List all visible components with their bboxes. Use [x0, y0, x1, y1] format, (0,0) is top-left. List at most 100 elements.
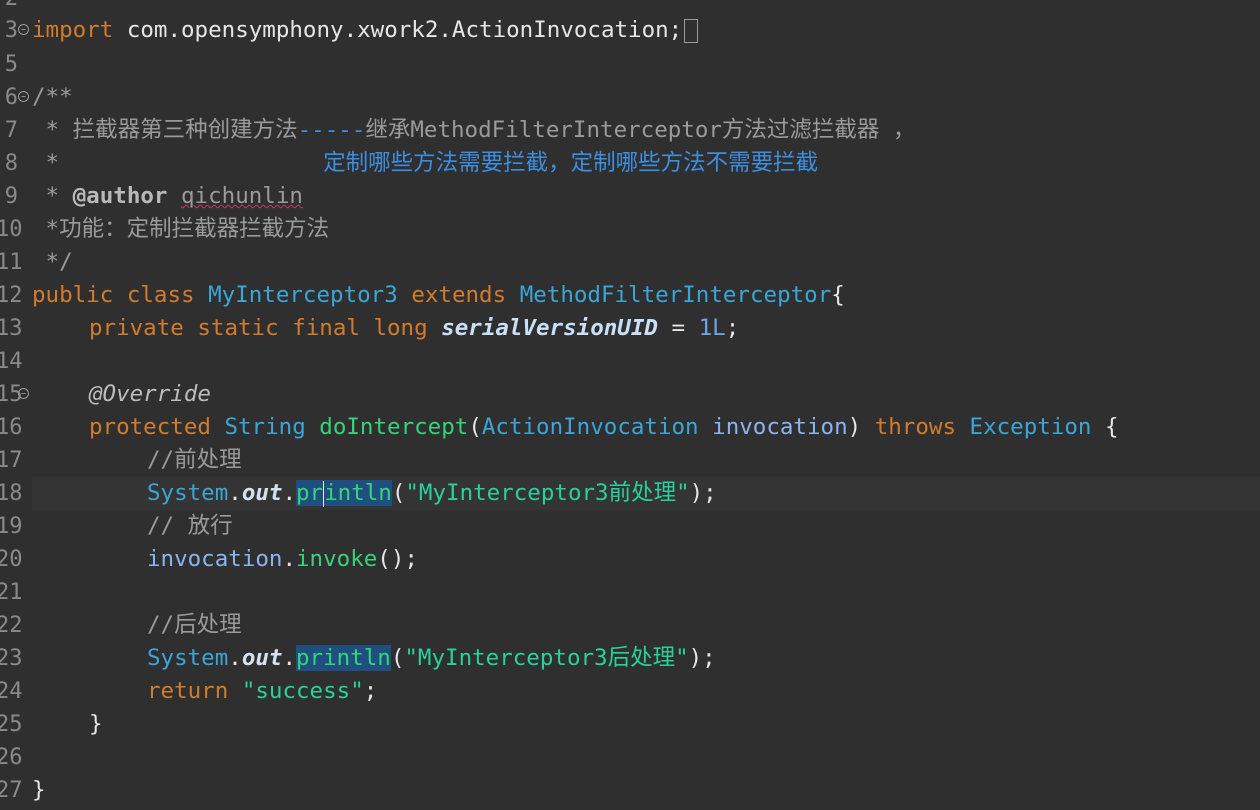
dot: . — [282, 480, 297, 506]
param-type: ActionInvocation — [481, 414, 699, 440]
code-line-doc-open[interactable]: /** — [32, 81, 1260, 114]
paren: ) — [847, 414, 862, 440]
line-number: 7 — [4, 118, 18, 143]
dot: . — [228, 480, 242, 506]
code-line-doc[interactable]: *功能：定制拦截器拦截方法 — [32, 213, 1260, 246]
semicolon: ; — [363, 678, 378, 704]
code-line-current[interactable]: System.out.println("MyInterceptor3前处理"); — [32, 477, 1260, 510]
string-literal: "MyInterceptor3前处理" — [405, 480, 690, 506]
keyword: throws — [874, 414, 956, 440]
keyword: protected — [89, 414, 211, 440]
operator: = — [657, 315, 699, 341]
line-number: 17 — [0, 448, 23, 473]
javadoc-tag: @author — [72, 183, 168, 209]
string-literal: "MyInterceptor3后处理" — [404, 645, 689, 671]
code-line-brace[interactable]: } — [32, 708, 1260, 741]
exception-type: Exception — [969, 414, 1092, 440]
code-line-comment[interactable]: // 放行 — [32, 510, 1260, 543]
doc-prefix: * — [32, 150, 60, 176]
return-type: String — [224, 414, 306, 440]
doc-prefix: * — [32, 183, 73, 209]
paren: ( — [391, 480, 406, 506]
line-number: 9 — [4, 184, 18, 209]
line-number: 8 — [4, 151, 18, 176]
brace: { — [1105, 414, 1119, 440]
code-line-import[interactable]: import com.opensymphony.xwork2.ActionInv… — [32, 14, 1260, 47]
code-line-comment[interactable]: //后处理 — [32, 609, 1260, 642]
statement-end: (); — [377, 546, 418, 572]
code-editor[interactable]: 2 3 − 5 6 − 7 8 9 10 11 12 13 14 15 − 16… — [0, 0, 1260, 810]
code-line-doc-close[interactable]: */ — [32, 246, 1260, 279]
string-literal: "success" — [241, 678, 364, 704]
class-ref: System — [147, 645, 229, 671]
class-ref: System — [147, 480, 229, 506]
line-number: 14 — [0, 349, 23, 374]
doc-text: 继承MethodFilterInterceptor方法过滤拦截器 ， — [365, 117, 916, 143]
keyword: extends — [411, 282, 507, 308]
line-number: 25 — [0, 712, 23, 737]
code-line-doc[interactable]: * 拦截器第三种创建方法-----继承MethodFilterIntercept… — [32, 114, 1260, 147]
code-line-println[interactable]: System.out.println("MyInterceptor3后处理"); — [32, 642, 1260, 675]
fold-collapse-icon[interactable]: − — [18, 24, 29, 35]
code-line-doc[interactable]: * 定制哪些方法需要拦截，定制哪些方法不需要拦截 — [32, 147, 1260, 180]
code-line-comment[interactable]: //前处理 — [32, 444, 1260, 477]
code-line-annotation[interactable]: @Override — [32, 378, 1260, 411]
statement-end: ); — [689, 480, 717, 506]
line-number-gutter: 2 3 − 5 6 − 7 8 9 10 11 12 13 14 15 − 16… — [0, 0, 30, 810]
line-number: 15 — [0, 382, 23, 407]
dot: . — [282, 645, 297, 671]
class-name: MyInterceptor3 — [208, 282, 398, 308]
box-cursor-icon — [684, 18, 699, 43]
import-path: com.opensymphony.xwork2.ActionInvocation… — [113, 17, 683, 43]
line-number: 18 — [0, 481, 23, 506]
line-number: 13 — [0, 316, 23, 341]
brace: { — [831, 282, 845, 308]
line-number: 27 — [0, 778, 23, 803]
doc-text: 定制哪些方法需要拦截，定制哪些方法不需要拦截 — [323, 150, 819, 176]
code-line-class-decl[interactable]: public class MyInterceptor3 extends Meth… — [32, 279, 1260, 312]
line-number: 21 — [0, 580, 23, 605]
line-number: 19 — [0, 514, 23, 539]
keyword: class — [126, 282, 195, 308]
doc-dashes: ----- — [297, 117, 366, 143]
method-call: println — [296, 645, 391, 671]
line-number: 6 — [4, 85, 18, 110]
fold-collapse-icon[interactable]: − — [18, 388, 29, 399]
line-number: 22 — [0, 613, 23, 638]
statement-end: ); — [688, 645, 716, 671]
method-call: println — [296, 480, 392, 507]
field-name: serialVersionUID — [441, 315, 658, 341]
paren: ( — [390, 645, 405, 671]
keyword: import — [32, 17, 114, 43]
code-line-return[interactable]: return "success"; — [32, 675, 1260, 708]
fold-collapse-icon[interactable]: − — [18, 91, 29, 102]
method-call: invoke — [296, 546, 378, 572]
keyword: public — [32, 282, 114, 308]
line-number: 3 — [4, 18, 18, 43]
code-line-invoke[interactable]: invocation.invoke(); — [32, 543, 1260, 576]
superclass-name: MethodFilterInterceptor — [519, 282, 832, 308]
keyword: return — [147, 678, 229, 704]
dot: . — [282, 546, 297, 572]
line-number: 5 — [4, 52, 18, 77]
line-number: 11 — [0, 250, 23, 275]
line-number: 20 — [0, 547, 23, 572]
static-field: out — [241, 645, 283, 671]
code-line-method-decl[interactable]: protected String doIntercept(ActionInvoc… — [32, 411, 1260, 444]
number-literal: 1L — [698, 315, 726, 341]
param-name: invocation — [712, 414, 848, 440]
semicolon: ; — [725, 315, 740, 341]
line-number: 23 — [0, 646, 23, 671]
code-area[interactable]: import com.opensymphony.xwork2.ActionInv… — [32, 0, 1260, 810]
variable-ref: invocation — [147, 546, 283, 572]
code-line-brace[interactable]: } — [32, 774, 1260, 807]
line-number: 2 — [0, 0, 18, 15]
code-line-doc-author[interactable]: * @author qichunlin — [32, 180, 1260, 213]
code-line-field[interactable]: private static final long serialVersionU… — [32, 312, 1260, 345]
line-number: 12 — [0, 283, 23, 308]
line-number: 10 — [0, 217, 23, 242]
author-name: qichunlin — [181, 183, 303, 209]
dot: . — [228, 645, 242, 671]
line-number: 26 — [0, 745, 23, 770]
line-number: 24 — [0, 679, 23, 704]
